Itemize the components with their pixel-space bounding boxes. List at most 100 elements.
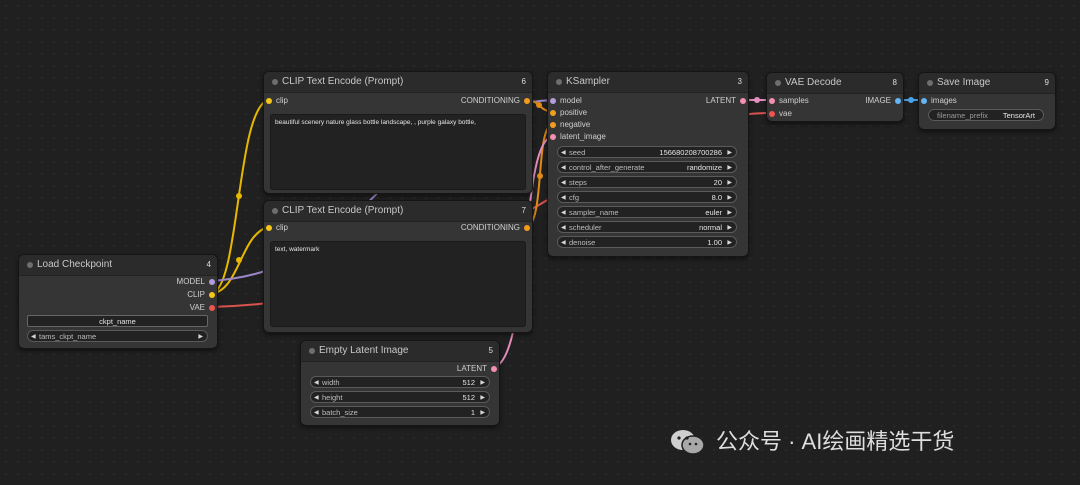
widget-label: scheduler bbox=[569, 223, 602, 232]
increment-arrow-icon[interactable]: ▶ bbox=[727, 237, 732, 249]
input-slot-positive[interactable]: positive bbox=[550, 108, 587, 118]
output-slot-model[interactable]: MODEL bbox=[177, 277, 215, 287]
decrement-arrow-icon[interactable]: ◀ bbox=[561, 147, 566, 159]
increment-arrow-icon[interactable]: ▶ bbox=[727, 177, 732, 189]
slot-label: model bbox=[560, 96, 582, 105]
collapse-dot-icon[interactable] bbox=[927, 80, 933, 86]
latent-socket-icon[interactable] bbox=[550, 134, 556, 140]
widget-batch-size[interactable]: ◀ batch_size 1 ▶ bbox=[310, 406, 490, 418]
widget-control-after-generate[interactable]: ◀ control_after_generate randomize ▶ bbox=[557, 161, 737, 173]
increment-arrow-icon[interactable]: ▶ bbox=[480, 407, 485, 419]
node-title-bar[interactable]: CLIP Text Encode (Prompt) 7 bbox=[264, 201, 532, 222]
positive-socket-icon[interactable] bbox=[550, 110, 556, 116]
link-images-midpoint bbox=[908, 97, 914, 103]
collapse-dot-icon[interactable] bbox=[556, 79, 562, 85]
widget-value: 512 bbox=[462, 393, 475, 402]
widget-tams-ckpt-name[interactable]: ◀ tams_ckpt_name ▶ bbox=[27, 330, 208, 342]
output-slot-latent[interactable]: LATENT bbox=[706, 96, 746, 106]
input-slot-clip[interactable]: clip bbox=[266, 96, 288, 106]
conditioning-socket-icon[interactable] bbox=[524, 225, 530, 231]
input-slot-vae[interactable]: vae bbox=[769, 109, 792, 119]
conditioning-socket-icon[interactable] bbox=[524, 98, 530, 104]
decrement-arrow-icon[interactable]: ◀ bbox=[561, 192, 566, 204]
model-socket-icon[interactable] bbox=[209, 279, 215, 285]
negative-socket-icon[interactable] bbox=[550, 122, 556, 128]
node-title-bar[interactable]: Empty Latent Image 5 bbox=[301, 341, 499, 362]
input-slot-images[interactable]: images bbox=[921, 96, 957, 106]
collapse-dot-icon[interactable] bbox=[272, 208, 278, 214]
increment-arrow-icon[interactable]: ▶ bbox=[480, 392, 485, 404]
node-title-bar[interactable]: KSampler 3 bbox=[548, 72, 748, 93]
increment-arrow-icon[interactable]: ▶ bbox=[727, 222, 732, 234]
output-slot-image[interactable]: IMAGE bbox=[865, 96, 901, 106]
image-socket-icon[interactable] bbox=[895, 98, 901, 104]
decrement-arrow-icon[interactable]: ◀ bbox=[561, 222, 566, 234]
increment-arrow-icon[interactable]: ▶ bbox=[727, 162, 732, 174]
increment-arrow-icon[interactable]: ▶ bbox=[727, 207, 732, 219]
widget-label: tams_ckpt_name bbox=[39, 332, 97, 341]
collapse-dot-icon[interactable] bbox=[27, 262, 33, 268]
widget-seed[interactable]: ◀ seed 156680208700286 ▶ bbox=[557, 146, 737, 158]
collapse-dot-icon[interactable] bbox=[309, 348, 315, 354]
ckpt-name-field[interactable]: ckpt_name bbox=[27, 315, 208, 327]
clip-text-encode-node-negative[interactable]: CLIP Text Encode (Prompt) 7 clip CONDITI… bbox=[263, 200, 533, 333]
widget-height[interactable]: ◀ height 512 ▶ bbox=[310, 391, 490, 403]
widget-cfg[interactable]: ◀ cfg 8.0 ▶ bbox=[557, 191, 737, 203]
decrement-arrow-icon[interactable]: ◀ bbox=[31, 331, 36, 343]
decrement-arrow-icon[interactable]: ◀ bbox=[561, 207, 566, 219]
decrement-arrow-icon[interactable]: ◀ bbox=[314, 407, 319, 419]
output-slot-conditioning[interactable]: CONDITIONING bbox=[461, 96, 530, 106]
ksampler-node[interactable]: KSampler 3 model positive negative laten… bbox=[547, 71, 749, 257]
widget-width[interactable]: ◀ width 512 ▶ bbox=[310, 376, 490, 388]
node-title-bar[interactable]: Save Image 9 bbox=[919, 73, 1055, 94]
node-title-bar[interactable]: Load Checkpoint 4 bbox=[19, 255, 217, 276]
widget-steps[interactable]: ◀ steps 20 ▶ bbox=[557, 176, 737, 188]
input-slot-latent-image[interactable]: latent_image bbox=[550, 132, 606, 142]
increment-arrow-icon[interactable]: ▶ bbox=[198, 331, 203, 343]
widget-scheduler[interactable]: ◀ scheduler normal ▶ bbox=[557, 221, 737, 233]
latent-socket-icon[interactable] bbox=[491, 366, 497, 372]
latent-socket-icon[interactable] bbox=[769, 98, 775, 104]
widget-filename-prefix[interactable]: filename_prefix TensorArt bbox=[928, 109, 1044, 121]
clip-socket-icon[interactable] bbox=[266, 98, 272, 104]
vae-decode-node[interactable]: VAE Decode 8 samples vae IMAGE bbox=[766, 72, 904, 122]
node-title-bar[interactable]: VAE Decode 8 bbox=[767, 73, 903, 94]
decrement-arrow-icon[interactable]: ◀ bbox=[561, 162, 566, 174]
clip-socket-icon[interactable] bbox=[266, 225, 272, 231]
input-slot-negative[interactable]: negative bbox=[550, 120, 590, 130]
output-slot-latent[interactable]: LATENT bbox=[457, 364, 497, 374]
input-slot-clip[interactable]: clip bbox=[266, 223, 288, 233]
collapse-dot-icon[interactable] bbox=[775, 80, 781, 86]
load-checkpoint-node[interactable]: Load Checkpoint 4 MODEL CLIP VAE ckpt_na… bbox=[18, 254, 218, 349]
input-slot-samples[interactable]: samples bbox=[769, 96, 809, 106]
increment-arrow-icon[interactable]: ▶ bbox=[727, 192, 732, 204]
widget-value: 512 bbox=[462, 378, 475, 387]
increment-arrow-icon[interactable]: ▶ bbox=[480, 377, 485, 389]
prompt-text-area[interactable]: beautiful scenery nature glass bottle la… bbox=[270, 114, 526, 190]
output-slot-vae[interactable]: VAE bbox=[190, 303, 215, 313]
output-slot-conditioning[interactable]: CONDITIONING bbox=[461, 223, 530, 233]
save-image-node[interactable]: Save Image 9 images filename_prefix Tens… bbox=[918, 72, 1056, 130]
empty-latent-image-node[interactable]: Empty Latent Image 5 LATENT ◀ width 512 … bbox=[300, 340, 500, 426]
decrement-arrow-icon[interactable]: ◀ bbox=[314, 392, 319, 404]
latent-socket-icon[interactable] bbox=[740, 98, 746, 104]
collapse-dot-icon[interactable] bbox=[272, 79, 278, 85]
prompt-text-area[interactable]: text, watermark bbox=[270, 241, 526, 327]
widget-denoise[interactable]: ◀ denoise 1.00 ▶ bbox=[557, 236, 737, 248]
decrement-arrow-icon[interactable]: ◀ bbox=[314, 377, 319, 389]
decrement-arrow-icon[interactable]: ◀ bbox=[561, 177, 566, 189]
input-slot-model[interactable]: model bbox=[550, 96, 582, 106]
widget-sampler-name[interactable]: ◀ sampler_name euler ▶ bbox=[557, 206, 737, 218]
clip-socket-icon[interactable] bbox=[209, 292, 215, 298]
decrement-arrow-icon[interactable]: ◀ bbox=[561, 237, 566, 249]
model-socket-icon[interactable] bbox=[550, 98, 556, 104]
output-slot-clip[interactable]: CLIP bbox=[187, 290, 215, 300]
node-id: 6 bbox=[521, 77, 526, 86]
increment-arrow-icon[interactable]: ▶ bbox=[727, 147, 732, 159]
widget-label: filename_prefix bbox=[937, 111, 988, 120]
node-title-bar[interactable]: CLIP Text Encode (Prompt) 6 bbox=[264, 72, 532, 93]
vae-socket-icon[interactable] bbox=[209, 305, 215, 311]
vae-socket-icon[interactable] bbox=[769, 111, 775, 117]
image-socket-icon[interactable] bbox=[921, 98, 927, 104]
clip-text-encode-node-positive[interactable]: CLIP Text Encode (Prompt) 6 clip CONDITI… bbox=[263, 71, 533, 194]
